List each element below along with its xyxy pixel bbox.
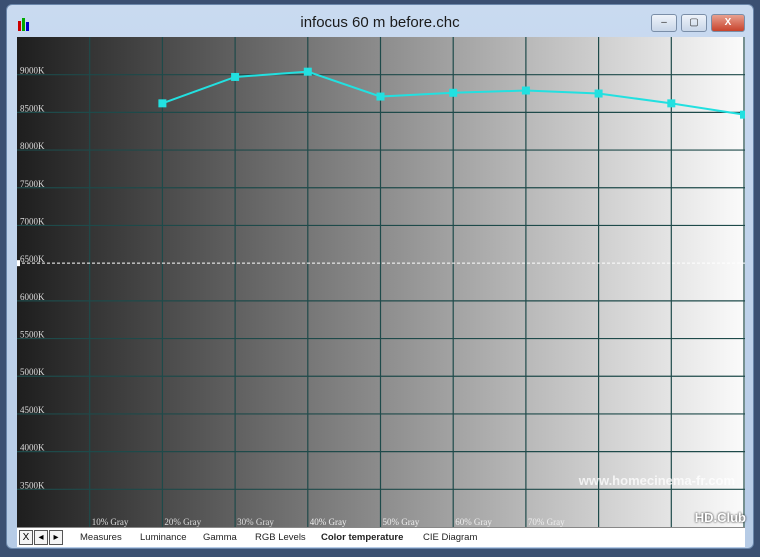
x-tick-label: 10% Gray bbox=[92, 517, 129, 527]
y-tick-label: 6000K bbox=[20, 292, 45, 302]
y-tick-label: 6500K bbox=[20, 254, 45, 264]
tab-cie-diagram[interactable]: CIE Diagram bbox=[415, 529, 485, 546]
tab-rgb-levels[interactable]: RGB Levels bbox=[247, 529, 314, 546]
minimize-button[interactable]: – bbox=[651, 14, 677, 32]
app-window: infocus 60 m before.chc – ▢ X 9000K 8500K… bbox=[6, 4, 754, 549]
y-tick-label: 5000K bbox=[20, 367, 45, 377]
data-point bbox=[521, 86, 530, 95]
x-tick-label: 70% Gray bbox=[528, 517, 565, 527]
y-tick-label: 4500K bbox=[20, 405, 45, 415]
watermark: www.homecinema-fr.com bbox=[578, 473, 735, 488]
data-point bbox=[231, 72, 240, 81]
tab-color-temperature[interactable]: Color temperature bbox=[313, 529, 411, 546]
next-tab-button[interactable]: ▸ bbox=[49, 530, 63, 545]
x-tick-label: 40% Gray bbox=[310, 517, 347, 527]
close-tab-button[interactable]: X bbox=[19, 530, 33, 545]
close-button[interactable]: X bbox=[711, 14, 745, 32]
logo-watermark: HD.Club bbox=[694, 510, 746, 525]
data-point bbox=[376, 92, 385, 101]
prev-tab-button[interactable]: ◂ bbox=[34, 530, 48, 545]
y-tick-label: 7500K bbox=[20, 179, 45, 189]
x-tick-label: 60% Gray bbox=[455, 517, 492, 527]
data-point bbox=[667, 99, 676, 108]
y-tick-label: 4000K bbox=[20, 443, 45, 453]
x-tick-label: 30% Gray bbox=[237, 517, 274, 527]
tab-measures[interactable]: Measures bbox=[72, 529, 130, 546]
data-point bbox=[740, 110, 745, 119]
y-tick-label: 8500K bbox=[20, 103, 45, 113]
x-tick-label: 50% Gray bbox=[383, 517, 420, 527]
y-tick-label: 8000K bbox=[20, 141, 45, 151]
data-point bbox=[158, 99, 167, 108]
y-tick-label: 5500K bbox=[20, 330, 45, 340]
tab-gamma[interactable]: Gamma bbox=[195, 529, 245, 546]
data-point bbox=[449, 88, 458, 97]
x-tick-label: 20% Gray bbox=[164, 517, 201, 527]
maximize-button[interactable]: ▢ bbox=[681, 14, 707, 32]
y-tick-label: 7000K bbox=[20, 216, 45, 226]
y-tick-label: 9000K bbox=[20, 66, 45, 76]
tab-bar: X ◂ ▸ Measures Luminance Gamma RGB Level… bbox=[17, 527, 745, 547]
tab-luminance[interactable]: Luminance bbox=[132, 529, 194, 546]
data-point bbox=[594, 89, 603, 98]
color-temperature-chart: 9000K 8500K 8000K 7500K 7000K 6500K 6000K 5500K… bbox=[17, 37, 745, 527]
data-point bbox=[303, 67, 312, 76]
window-title: infocus 60 m before.chc bbox=[300, 14, 460, 31]
y-tick-label: 3500K bbox=[20, 480, 45, 490]
